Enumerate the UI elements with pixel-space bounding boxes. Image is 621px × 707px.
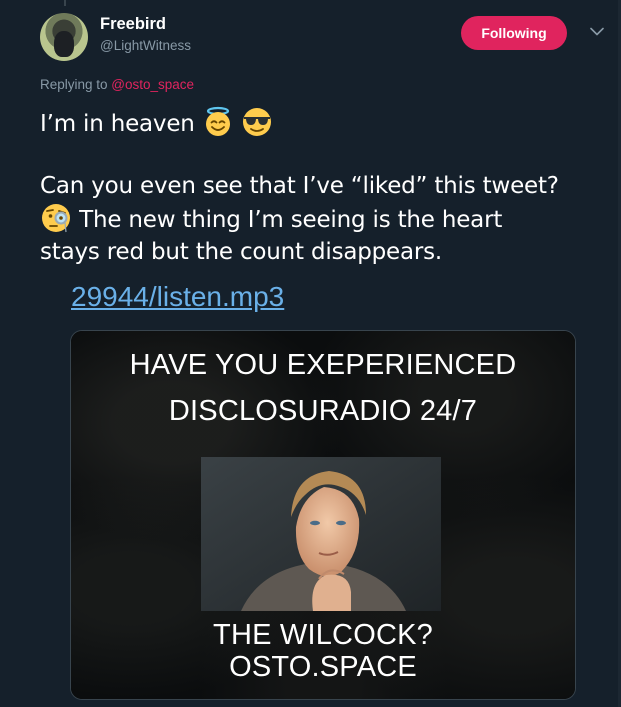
card-title-line-2: DISCLOSURADIO 24/7 [168, 395, 478, 427]
card-caption-line-1: THE WILCOCK? [213, 619, 433, 651]
tweet: Freebird @LightWitness Following Replyin… [0, 0, 621, 707]
thread-line [64, 0, 66, 6]
card-caption-line-2: OSTO.SPACE [229, 651, 417, 683]
portrait-photo [201, 457, 441, 611]
chevron-down-icon[interactable] [589, 24, 605, 38]
smiling-face-with-halo-icon [202, 106, 234, 138]
following-button[interactable]: Following [461, 16, 567, 50]
avatar[interactable] [40, 13, 88, 61]
replying-prefix: Replying to [40, 77, 112, 92]
audio-link[interactable]: 29944/listen.mp3 [71, 281, 284, 313]
tweet-text-line-2: Can you even see that I’ve “liked” this … [40, 173, 559, 199]
author-info[interactable]: Freebird @LightWitness [100, 14, 191, 56]
replying-to: Replying to @osto_space [40, 77, 194, 92]
face-with-monocle-icon [40, 202, 72, 234]
tweet-text-line-3: The new thing I’m seeing is the heart [79, 207, 503, 233]
media-card[interactable]: HAVE YOU EXEPERIENCED DISCLOSURADIO 24/7 [70, 330, 576, 700]
card-title-line-1: HAVE YOU EXEPERIENCED [129, 349, 517, 381]
tweet-header: Freebird @LightWitness Following [40, 13, 607, 61]
smiling-face-with-sunglasses-icon [241, 106, 273, 138]
tweet-text-line-1: I’m in heaven [40, 111, 195, 137]
display-name[interactable]: Freebird [100, 14, 191, 34]
user-handle[interactable]: @LightWitness [100, 36, 191, 56]
tweet-text-line-4: stays red but the count disappears. [40, 239, 443, 265]
reply-mention-link[interactable]: @osto_space [111, 77, 194, 92]
tweet-text: I’m in heaven Can you even see that I’ve… [40, 106, 600, 268]
